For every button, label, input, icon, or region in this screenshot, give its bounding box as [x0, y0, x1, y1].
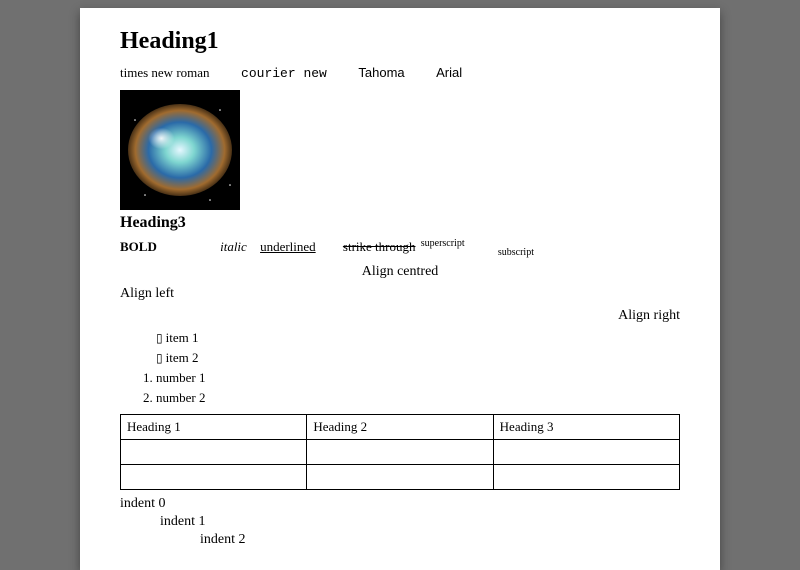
list-item: item 2 — [156, 350, 680, 366]
font-arial-label: Arial — [436, 65, 462, 80]
sample-table: Heading 1 Heading 2 Heading 3 — [120, 414, 680, 490]
nebula-image — [120, 90, 240, 210]
table-row: Heading 1 Heading 2 Heading 3 — [121, 414, 680, 439]
underlined-sample: underlined — [260, 239, 316, 255]
align-center-text: Align centred — [120, 264, 680, 280]
align-right-text: Align right — [120, 308, 680, 324]
table-row — [121, 439, 680, 464]
table-cell — [121, 464, 307, 489]
italic-sample: italic — [220, 239, 247, 255]
table-cell — [493, 464, 679, 489]
heading3: Heading3 — [120, 214, 680, 232]
list-item: number 2 — [156, 390, 680, 406]
font-courier-label: courier new — [241, 66, 327, 81]
table-header: Heading 3 — [493, 414, 679, 439]
indent-1-text: indent 1 — [160, 514, 680, 530]
align-left-text: Align left — [120, 286, 680, 302]
text-styles-row: BOLD italic underlined strike through su… — [120, 238, 680, 258]
superscript-sample: superscript — [421, 238, 465, 249]
subscript-sample: subscript — [498, 247, 534, 258]
indent-2-text: indent 2 — [200, 532, 680, 548]
list-item: item 1 — [156, 330, 680, 346]
table-cell — [307, 439, 493, 464]
table-cell — [493, 439, 679, 464]
font-samples-row: times new roman courier new Tahoma Arial — [120, 65, 680, 82]
heading1: Heading1 — [120, 28, 680, 55]
table-cell — [121, 439, 307, 464]
table-cell — [307, 464, 493, 489]
document-page: Heading1 times new roman courier new Tah… — [80, 8, 720, 570]
table-header: Heading 1 — [121, 414, 307, 439]
strike-sample: strike through — [343, 239, 416, 255]
table-row — [121, 464, 680, 489]
font-times-label: times new roman — [120, 65, 210, 80]
font-tahoma-label: Tahoma — [358, 65, 404, 80]
bold-sample: BOLD — [120, 239, 157, 255]
indent-0-text: indent 0 — [120, 496, 680, 512]
table-header: Heading 2 — [307, 414, 493, 439]
list-item: number 1 — [156, 370, 680, 386]
numbered-list: number 1 number 2 — [120, 370, 680, 406]
bullet-list: item 1 item 2 — [120, 330, 680, 366]
